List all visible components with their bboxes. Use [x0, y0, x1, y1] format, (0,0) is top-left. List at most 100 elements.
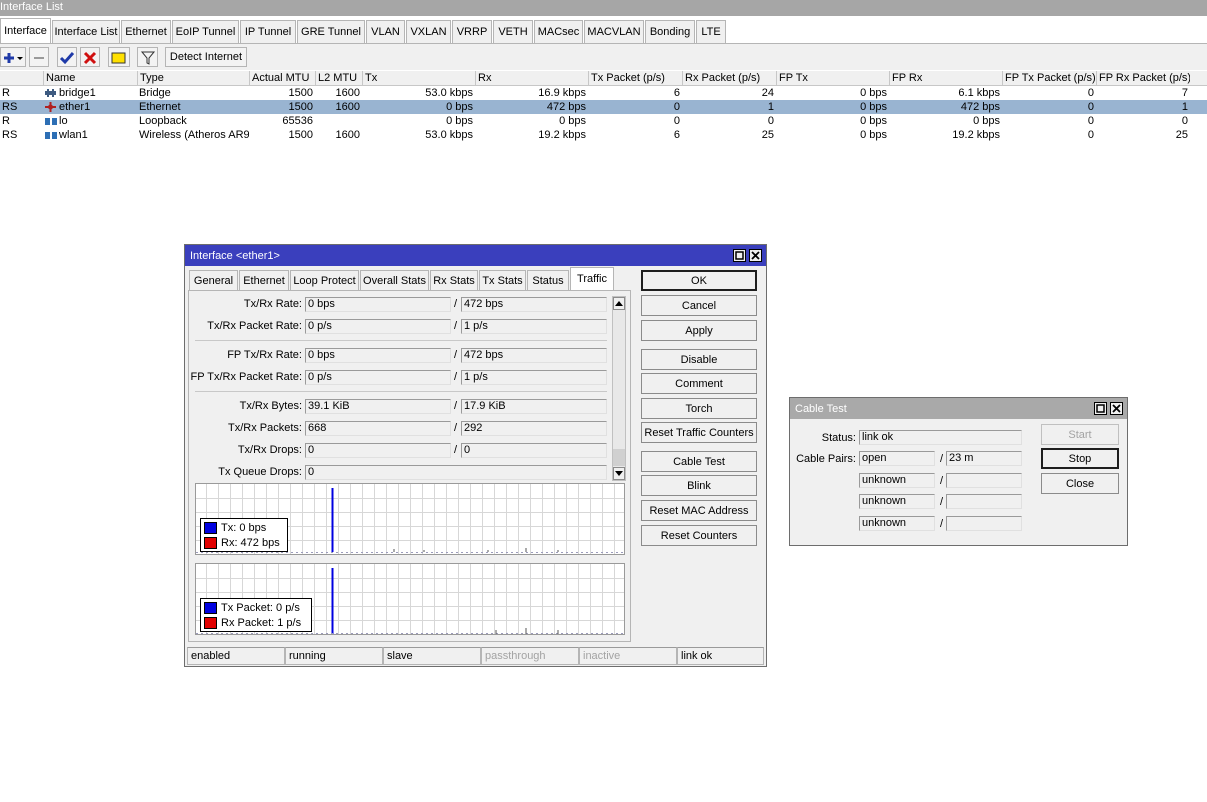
blink-button[interactable]: Blink — [641, 475, 757, 496]
remove-button[interactable] — [29, 47, 49, 67]
tab-ip-tunnel[interactable]: IP Tunnel — [240, 20, 296, 44]
fp-rx-rate-field[interactable]: 472 bps — [461, 348, 607, 363]
maximize-button[interactable] — [1094, 402, 1107, 415]
close-dialog-button[interactable]: Close — [1041, 473, 1119, 494]
pair-4-status[interactable]: unknown — [859, 516, 935, 531]
column-header[interactable]: FP Tx Packet (p/s) — [1002, 71, 1096, 86]
tab-vrrp[interactable]: VRRP — [452, 20, 492, 44]
tab-macvlan[interactable]: MACVLAN — [584, 20, 644, 44]
column-header[interactable]: FP Rx — [889, 71, 1002, 86]
column-header[interactable]: Tx Packet (p/s) — [588, 71, 682, 86]
cancel-button[interactable]: Cancel — [641, 295, 757, 316]
filter-button[interactable] — [137, 47, 158, 67]
pair-4-distance[interactable] — [946, 516, 1022, 531]
tx-packet-rate-field[interactable]: 0 p/s — [305, 319, 451, 334]
tab-veth[interactable]: VETH — [493, 20, 533, 44]
pair-3-distance[interactable] — [946, 494, 1022, 509]
disable-button[interactable]: Disable — [641, 349, 757, 370]
add-button[interactable] — [0, 47, 26, 67]
stop-button[interactable]: Stop — [1041, 448, 1119, 469]
tab-loop-protect[interactable]: Loop Protect — [290, 270, 359, 290]
column-header[interactable]: Name — [43, 71, 137, 86]
separator-slash: / — [454, 444, 458, 456]
tab-rx-stats[interactable]: Rx Stats — [430, 270, 478, 290]
tab-bonding[interactable]: Bonding — [645, 20, 695, 44]
dialog-titlebar[interactable]: Interface <ether1> — [185, 245, 766, 266]
tab-vlan[interactable]: VLAN — [366, 20, 405, 44]
table-row[interactable]: RS ether1 Ethernet 1500 1600 0 bps 472 b… — [0, 100, 1207, 114]
column-header[interactable]: L2 MTU — [315, 71, 362, 86]
tab-vxlan[interactable]: VXLAN — [406, 20, 451, 44]
ok-button[interactable]: OK — [641, 270, 757, 291]
enable-button[interactable] — [57, 47, 77, 67]
tab-ethernet[interactable]: Ethernet — [121, 20, 171, 44]
dialog-titlebar[interactable]: Cable Test — [790, 398, 1127, 419]
rx-drops-field[interactable]: 0 — [461, 443, 607, 458]
close-button[interactable] — [1110, 402, 1123, 415]
reset-counters-button[interactable]: Reset Counters — [641, 525, 757, 546]
comment-button[interactable] — [108, 47, 130, 67]
tab-interface[interactable]: Interface — [0, 18, 51, 44]
torch-button[interactable]: Torch — [641, 398, 757, 419]
column-header[interactable]: Rx Packet (p/s) — [682, 71, 776, 86]
scroll-up-button[interactable] — [613, 297, 625, 310]
reset-mac-address-button[interactable]: Reset MAC Address — [641, 500, 757, 521]
tx-drops-field[interactable]: 0 — [305, 443, 451, 458]
row-flags: RS — [2, 129, 18, 141]
maximize-button[interactable] — [733, 249, 746, 262]
rx-packet-rate-field[interactable]: 1 p/s — [461, 319, 607, 334]
column-header[interactable]: Rx — [475, 71, 588, 86]
rx-bytes-field[interactable]: 17.9 KiB — [461, 399, 607, 414]
tab-overall-stats[interactable]: Overall Stats — [360, 270, 429, 290]
separator-slash: / — [940, 518, 944, 530]
tx-rate-field[interactable]: 0 bps — [305, 297, 451, 312]
cable-test-button[interactable]: Cable Test — [641, 451, 757, 472]
row-fp-rx-packet: 7 — [1181, 87, 1188, 99]
reset-traffic-counters-button[interactable]: Reset Traffic Counters — [641, 422, 757, 443]
column-header[interactable]: Type — [137, 71, 249, 86]
tab-general[interactable]: General — [189, 270, 238, 290]
detect-internet-button[interactable]: Detect Internet — [165, 47, 247, 67]
tab-eoip-tunnel[interactable]: EoIP Tunnel — [172, 20, 239, 44]
pair-1-status[interactable]: open — [859, 451, 935, 466]
tab-interface-list[interactable]: Interface List — [52, 20, 120, 44]
tx-queue-drops-field[interactable]: 0 — [305, 465, 607, 480]
tab-traffic[interactable]: Traffic — [570, 267, 614, 291]
apply-button[interactable]: Apply — [641, 320, 757, 341]
tab-lte[interactable]: LTE — [696, 20, 726, 44]
tab-macsec[interactable]: MACsec — [534, 20, 583, 44]
table-row[interactable]: RS wlan1 Wireless (Atheros AR9... 1500 1… — [0, 128, 1207, 142]
table-row[interactable]: R bridge1 Bridge 1500 1600 53.0 kbps 16.… — [0, 86, 1207, 100]
tab-gre-tunnel[interactable]: GRE Tunnel — [297, 20, 365, 44]
column-header[interactable]: FP Tx — [776, 71, 889, 86]
column-header[interactable]: FP Rx Packet (p/s) — [1096, 71, 1190, 86]
close-button[interactable] — [749, 249, 762, 262]
status-field[interactable]: link ok — [859, 430, 1022, 445]
start-button[interactable]: Start — [1041, 424, 1119, 445]
tx-packets-field[interactable]: 668 — [305, 421, 451, 436]
tab-ethernet[interactable]: Ethernet — [239, 270, 289, 290]
rx-rate-field[interactable]: 472 bps — [461, 297, 607, 312]
rx-packets-field[interactable]: 292 — [461, 421, 607, 436]
pair-1-distance[interactable]: 23 m — [946, 451, 1022, 466]
column-header[interactable]: Tx — [362, 71, 475, 86]
scroll-thumb[interactable] — [613, 449, 625, 466]
pair-3-status[interactable]: unknown — [859, 494, 935, 509]
comment-button[interactable]: Comment — [641, 373, 757, 394]
row-fp-tx: 0 bps — [860, 129, 887, 141]
disable-button[interactable] — [80, 47, 100, 67]
fp-rx-packet-rate-field[interactable]: 1 p/s — [461, 370, 607, 385]
scroll-down-button[interactable] — [613, 467, 625, 480]
tab-tx-stats[interactable]: Tx Stats — [479, 270, 526, 290]
row-fp-rx-packet: 25 — [1175, 129, 1188, 141]
tx-bytes-field[interactable]: 39.1 KiB — [305, 399, 451, 414]
pair-2-distance[interactable] — [946, 473, 1022, 488]
tab-status[interactable]: Status — [527, 270, 569, 290]
column-header[interactable]: Actual MTU — [249, 71, 315, 86]
pair-2-status[interactable]: unknown — [859, 473, 935, 488]
table-row[interactable]: R lo Loopback 65536 0 bps 0 bps 0 0 0 bp… — [0, 114, 1207, 128]
fp-tx-packet-rate-field[interactable]: 0 p/s — [305, 370, 451, 385]
fp-txrx-rate-label: FP Tx/Rx Rate: — [227, 349, 302, 361]
fp-tx-rate-field[interactable]: 0 bps — [305, 348, 451, 363]
scrollbar[interactable] — [612, 296, 626, 481]
